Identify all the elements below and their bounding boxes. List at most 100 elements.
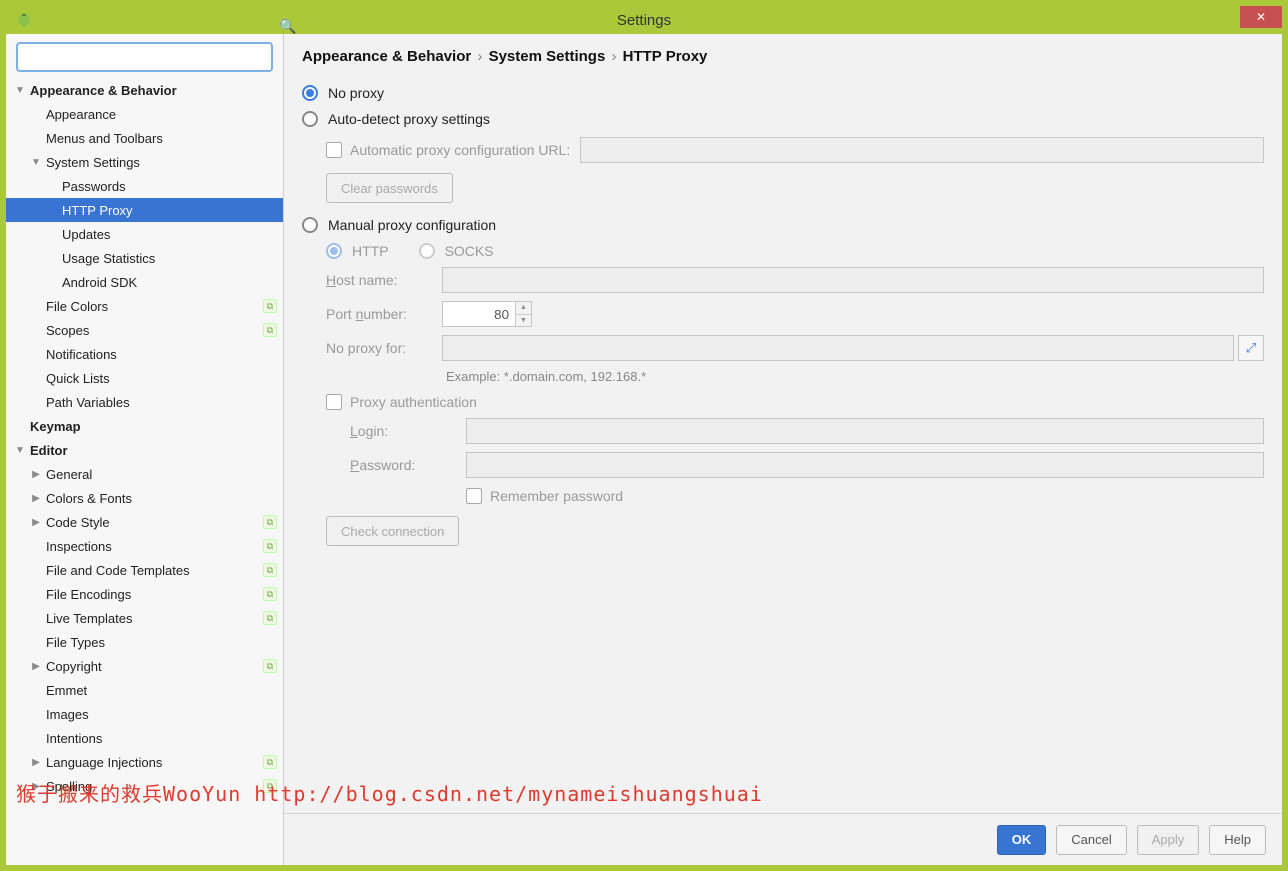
chevron-right-icon: ▶	[30, 661, 42, 672]
sidebar-item[interactable]: Intentions	[6, 726, 283, 750]
project-scope-icon: ⧉	[263, 539, 277, 553]
manual-proxy-radio-row[interactable]: Manual proxy configuration	[302, 217, 1264, 233]
host-input	[442, 267, 1264, 293]
ok-button[interactable]: OK	[997, 825, 1047, 855]
remember-password-row: Remember password	[466, 488, 1264, 504]
cancel-button[interactable]: Cancel	[1056, 825, 1126, 855]
auto-detect-radio-row[interactable]: Auto-detect proxy settings	[302, 111, 1264, 127]
project-scope-icon: ⧉	[263, 587, 277, 601]
sidebar-item[interactable]: Images	[6, 702, 283, 726]
sidebar-item-label: Appearance & Behavior	[30, 83, 277, 98]
sidebar-item[interactable]: ▶ Colors & Fonts	[6, 486, 283, 510]
dialog-footer: OK Cancel Apply Help	[284, 813, 1282, 865]
sidebar-item-label: Images	[46, 707, 277, 722]
help-button[interactable]: Help	[1209, 825, 1266, 855]
project-scope-icon: ⧉	[263, 611, 277, 625]
close-icon: ✕	[1256, 10, 1266, 24]
sidebar-item-label: Code Style	[46, 515, 263, 530]
sidebar-item[interactable]: Keymap	[6, 414, 283, 438]
checkbox-icon	[326, 394, 342, 410]
sidebar-item-label: Appearance	[46, 107, 277, 122]
dialog-body: 🔍 ▼Appearance & BehaviorAppearanceMenus …	[6, 34, 1282, 865]
no-proxy-radio-row[interactable]: No proxy	[302, 85, 1264, 101]
breadcrumb-0: Appearance & Behavior	[302, 48, 471, 65]
port-spinner: ▲▼	[515, 302, 531, 326]
sidebar-item[interactable]: ▼System Settings	[6, 150, 283, 174]
sidebar-item[interactable]: Emmet	[6, 678, 283, 702]
auto-url-input	[580, 137, 1264, 163]
sidebar-item[interactable]: Quick Lists	[6, 366, 283, 390]
sidebar-item-label: HTTP Proxy	[62, 203, 277, 218]
sidebar-item-label: Intentions	[46, 731, 277, 746]
sidebar-item-label: Copyright	[46, 659, 263, 674]
chevron-down-icon: ▼	[14, 445, 26, 456]
sidebar-item[interactable]: Appearance	[6, 102, 283, 126]
sidebar-item[interactable]: Notifications	[6, 342, 283, 366]
sidebar-item[interactable]: File Encodings⧉	[6, 582, 283, 606]
close-button[interactable]: ✕	[1240, 6, 1282, 28]
noproxy-input	[442, 335, 1234, 361]
remember-password-label: Remember password	[490, 488, 623, 504]
sidebar-item[interactable]: HTTP Proxy	[6, 198, 283, 222]
sidebar-item[interactable]: Inspections⧉	[6, 534, 283, 558]
sidebar-item[interactable]: Menus and Toolbars	[6, 126, 283, 150]
password-label: Password:	[350, 457, 458, 473]
sidebar-item-label: Colors & Fonts	[46, 491, 277, 506]
project-scope-icon: ⧉	[263, 779, 277, 793]
sidebar-item[interactable]: Updates	[6, 222, 283, 246]
search-input[interactable]	[16, 42, 273, 72]
sidebar-item[interactable]: ▼ Editor	[6, 438, 283, 462]
sidebar-item[interactable]: ▼ Appearance & Behavior	[6, 78, 283, 102]
manual-proxy-label: Manual proxy configuration	[328, 217, 496, 233]
chevron-down-icon: ▼	[14, 85, 26, 96]
sidebar-item[interactable]: Passwords	[6, 174, 283, 198]
sidebar-item[interactable]: ▶ Code Style⧉	[6, 510, 283, 534]
sidebar-item[interactable]: File and Code Templates⧉	[6, 558, 283, 582]
sidebar-item-label: Android SDK	[62, 275, 277, 290]
project-scope-icon: ⧉	[263, 323, 277, 337]
breadcrumb-sep: ›	[477, 48, 482, 65]
sidebar-item-label: System Settings	[46, 155, 277, 170]
sidebar-item-label: File Types	[46, 635, 277, 650]
sidebar-item[interactable]: Path Variables	[6, 390, 283, 414]
sidebar-item-label: Editor	[30, 443, 277, 458]
sidebar-item[interactable]: Scopes⧉	[6, 318, 283, 342]
sidebar: 🔍 ▼Appearance & BehaviorAppearanceMenus …	[6, 34, 284, 865]
project-scope-icon: ⧉	[263, 515, 277, 529]
breadcrumb-2: HTTP Proxy	[623, 48, 708, 65]
login-label: Login:	[350, 423, 458, 439]
sidebar-item[interactable]: ▶Spelling⧉	[6, 774, 283, 798]
radio-icon	[302, 111, 318, 127]
radio-icon	[419, 243, 435, 259]
settings-tree[interactable]: ▼ Appearance & Behavior Appearance Menus an…	[6, 78, 283, 865]
sidebar-item-label: Quick Lists	[46, 371, 277, 386]
radio-icon	[326, 243, 342, 259]
sidebar-item-label: Scopes	[46, 323, 263, 338]
sidebar-item[interactable]: Usage Statistics	[6, 246, 283, 270]
chevron-right-icon: ▶	[30, 493, 42, 504]
sidebar-item[interactable]: ▶Language Injections⧉	[6, 750, 283, 774]
sidebar-item[interactable]: ▶Copyright⧉	[6, 654, 283, 678]
chevron-right-icon: ▶	[30, 517, 42, 528]
sidebar-item-label: Keymap	[30, 419, 277, 434]
sidebar-item[interactable]: File Types	[6, 630, 283, 654]
app-icon	[16, 12, 32, 28]
project-scope-icon: ⧉	[263, 299, 277, 313]
project-scope-icon: ⧉	[263, 755, 277, 769]
http-radio: HTTP	[326, 243, 389, 259]
http-label: HTTP	[352, 243, 389, 259]
chevron-right-icon: ▶	[30, 781, 42, 792]
host-label: Host name:	[326, 272, 434, 288]
sidebar-item[interactable]: Live Templates⧉	[6, 606, 283, 630]
sidebar-item-label: File and Code Templates	[46, 563, 263, 578]
radio-icon	[302, 217, 318, 233]
check-connection-button: Check connection	[326, 516, 459, 546]
sidebar-item-label: Language Injections	[46, 755, 263, 770]
window-title: Settings	[617, 12, 671, 29]
sidebar-item[interactable]: File Colors⧉	[6, 294, 283, 318]
chevron-right-icon: ▶	[30, 469, 42, 480]
breadcrumb-1: System Settings	[489, 48, 606, 65]
noproxy-example: Example: *.domain.com, 192.168.*	[446, 369, 1264, 384]
sidebar-item[interactable]: Android SDK	[6, 270, 283, 294]
sidebar-item[interactable]: ▶General	[6, 462, 283, 486]
